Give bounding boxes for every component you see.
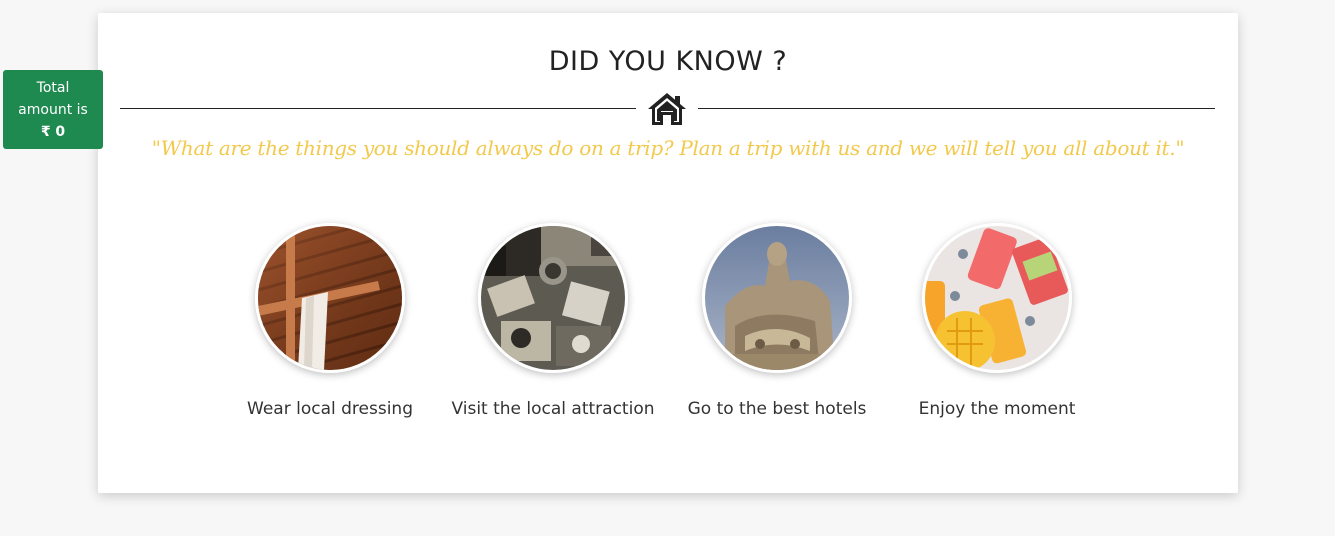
statue-photo [702,223,852,373]
feature-label: Go to the best hotels [687,399,867,419]
feature-label: Visit the local attraction [451,399,655,419]
feature-wear-local-dressing[interactable]: Wear local dressing [220,223,440,419]
home-icon [648,93,686,125]
total-amount-badge[interactable]: Total amount is ₹ 0 [3,70,103,149]
fruit-popsicles-photo [922,223,1072,373]
badge-amount: ₹ 0 [40,124,66,140]
section-quote: "What are the things you should always d… [151,136,1185,160]
market-street-photo [478,223,628,373]
divider-left [120,108,636,109]
feature-enjoy-moment[interactable]: Enjoy the moment [887,223,1107,419]
did-you-know-card: DID YOU KNOW ? "What are the things you … [98,13,1238,493]
feature-label: Enjoy the moment [918,399,1076,419]
divider-right [698,108,1215,109]
wooden-cross-photo [255,223,405,373]
section-title: DID YOU KNOW ? [548,46,788,77]
badge-line-2: amount is [18,102,88,118]
feature-label: Wear local dressing [247,399,413,419]
feature-best-hotels[interactable]: Go to the best hotels [667,223,887,419]
feature-visit-local-attraction[interactable]: Visit the local attraction [443,223,663,419]
badge-line-1: Total [36,80,70,96]
